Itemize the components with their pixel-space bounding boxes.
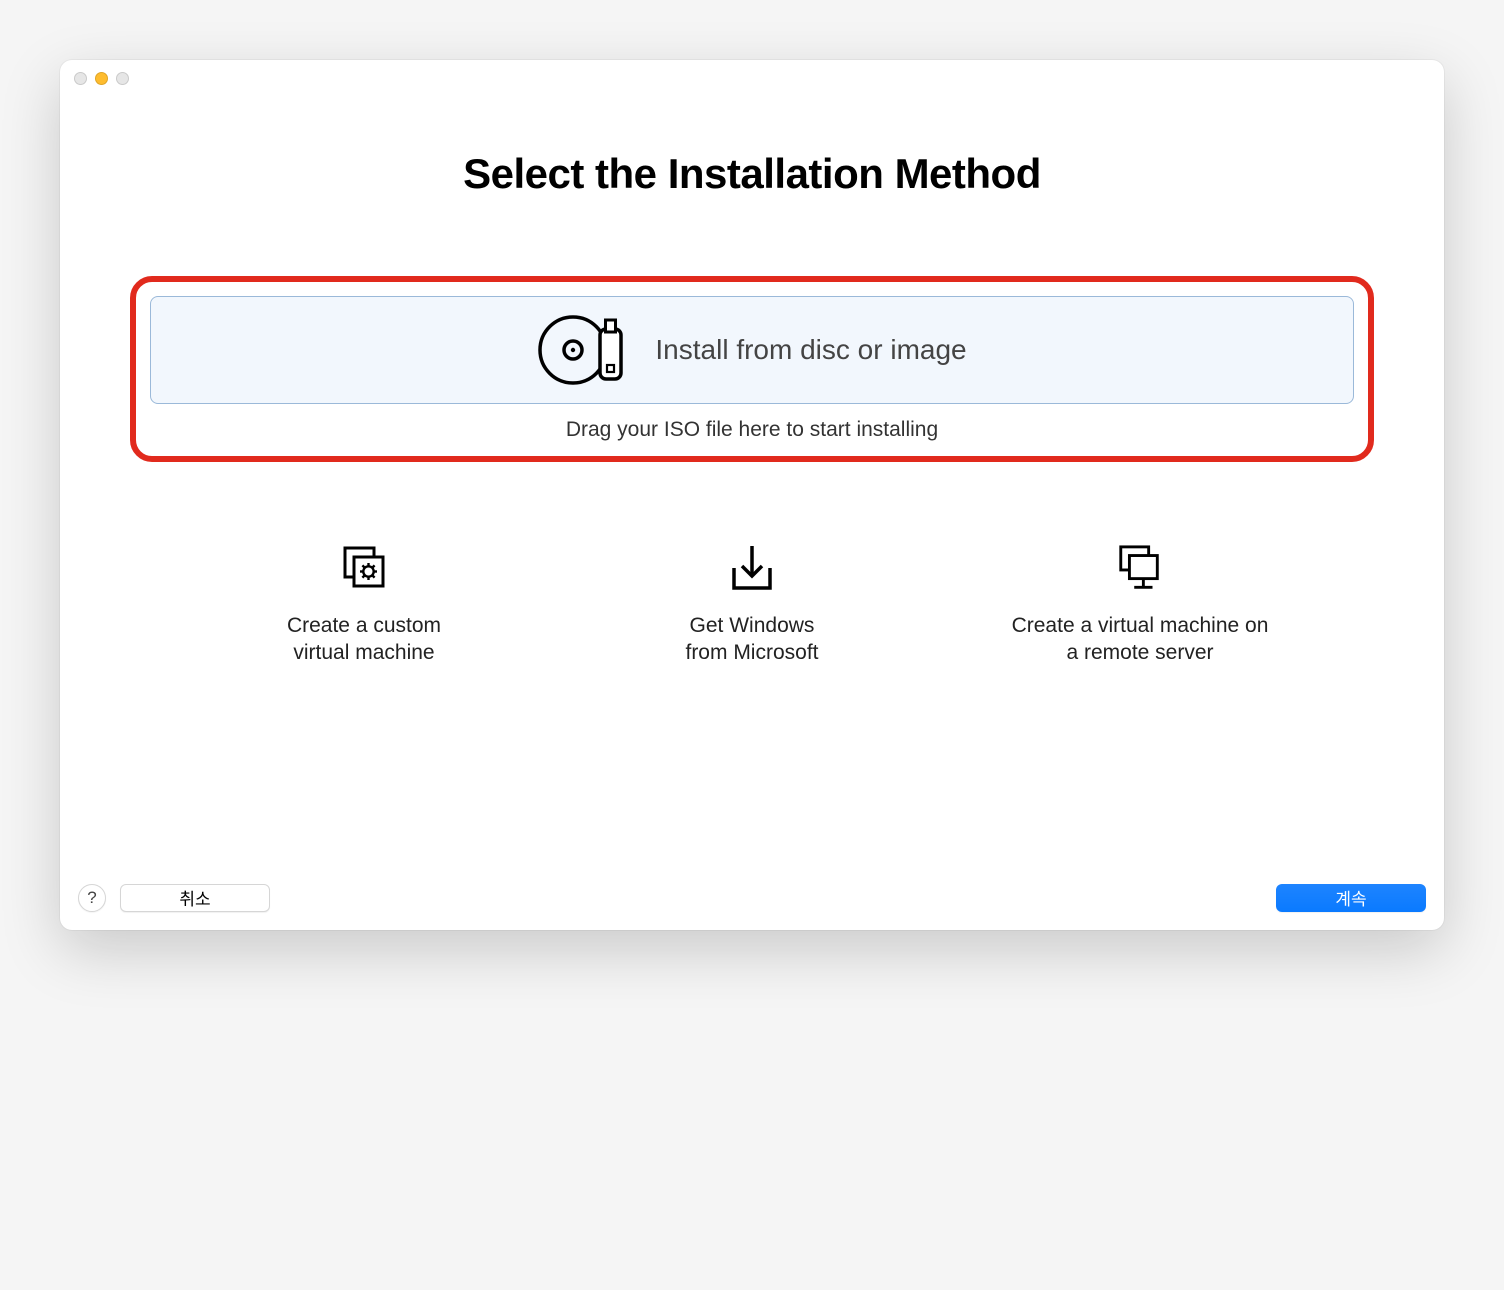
help-button[interactable]: ?: [78, 884, 106, 912]
download-icon: [727, 544, 777, 594]
custom-vm-icon: [339, 544, 389, 594]
annotation-highlight: Install from disc or image Drag your ISO…: [130, 276, 1374, 462]
disc-usb-icon: [537, 313, 629, 387]
dropzone-label: Install from disc or image: [655, 334, 966, 366]
cancel-button[interactable]: 취소: [120, 884, 270, 912]
continue-button[interactable]: 계속: [1276, 884, 1426, 912]
window-titlebar: [60, 60, 1444, 96]
dropzone-hint: Drag your ISO file here to start install…: [150, 418, 1354, 442]
content-area: Select the Installation Method Install f…: [60, 96, 1444, 874]
footer-bar: ? 취소 계속: [60, 874, 1444, 930]
option-label: Create a custom virtual machine: [287, 612, 441, 667]
installer-window: Select the Installation Method Install f…: [60, 60, 1444, 930]
window-minimize-button[interactable]: [95, 72, 108, 85]
remote-vm-icon: [1115, 544, 1165, 594]
install-from-disc-dropzone[interactable]: Install from disc or image: [150, 296, 1354, 404]
option-create-custom-vm[interactable]: Create a custom virtual machine: [234, 544, 494, 667]
window-zoom-button[interactable]: [116, 72, 129, 85]
options-row: Create a custom virtual machine Get Wind…: [130, 544, 1374, 667]
option-label: Create a virtual machine on a remote ser…: [1012, 612, 1269, 667]
window-close-button[interactable]: [74, 72, 87, 85]
option-remote-server-vm[interactable]: Create a virtual machine on a remote ser…: [1010, 544, 1270, 667]
option-get-windows[interactable]: Get Windows from Microsoft: [622, 544, 882, 667]
page-title: Select the Installation Method: [463, 150, 1041, 198]
option-label: Get Windows from Microsoft: [685, 612, 818, 667]
